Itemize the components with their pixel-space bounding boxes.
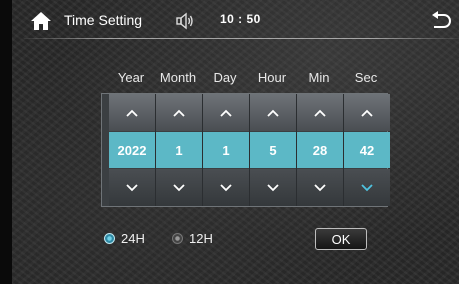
hour-value: 5: [250, 132, 296, 168]
format-12h-option[interactable]: 12H: [172, 231, 213, 246]
hour-down-button[interactable]: [250, 169, 296, 206]
month-down-button[interactable]: [156, 169, 202, 206]
label-sec: Sec: [354, 70, 378, 85]
chevron-up-icon: [220, 109, 232, 117]
sec-down-button[interactable]: [344, 169, 390, 206]
chevron-down-icon: [314, 183, 326, 191]
min-value: 28: [297, 132, 343, 168]
picker-column-day: 1: [203, 94, 249, 206]
chevron-up-icon: [314, 109, 326, 117]
radio-unselected-icon: [172, 233, 183, 244]
datetime-picker: 2022 1 1 5 28 42: [101, 93, 390, 207]
picker-column-month: 1: [156, 94, 202, 206]
year-value: 2022: [109, 132, 155, 168]
header-divider: [24, 38, 459, 39]
clock-display: 10 : 50: [220, 12, 261, 26]
column-labels: Year Month Day Hour Min Sec: [108, 70, 382, 86]
min-down-button[interactable]: [297, 169, 343, 206]
format-24h-label: 24H: [121, 231, 145, 246]
picker-column-min: 28: [297, 94, 343, 206]
chevron-up-icon: [126, 109, 138, 117]
min-up-button[interactable]: [297, 94, 343, 131]
chevron-up-icon: [361, 109, 373, 117]
home-icon[interactable]: [30, 11, 52, 31]
label-hour: Hour: [257, 70, 287, 85]
chevron-down-icon: [267, 183, 279, 191]
chevron-down-icon: [173, 183, 185, 191]
hour-up-button[interactable]: [250, 94, 296, 131]
picker-column-year: 2022: [109, 94, 155, 206]
ok-button[interactable]: OK: [315, 228, 367, 250]
speaker-icon[interactable]: [175, 11, 195, 31]
format-24h-option[interactable]: 24H: [104, 231, 145, 246]
day-down-button[interactable]: [203, 169, 249, 206]
radio-selected-icon: [104, 233, 115, 244]
month-up-button[interactable]: [156, 94, 202, 131]
label-month: Month: [159, 70, 197, 85]
year-down-button[interactable]: [109, 169, 155, 206]
top-bar: Time Setting 10 : 50: [12, 0, 459, 42]
chevron-down-icon: [361, 183, 373, 191]
label-year: Year: [117, 70, 145, 85]
time-setting-screen: Time Setting 10 : 50 Year Month Day Hour…: [12, 0, 459, 284]
chevron-up-icon: [173, 109, 185, 117]
day-up-button[interactable]: [203, 94, 249, 131]
year-up-button[interactable]: [109, 94, 155, 131]
day-value: 1: [203, 132, 249, 168]
back-arrow-icon[interactable]: [430, 11, 452, 31]
label-min: Min: [308, 70, 330, 85]
sec-value: 42: [344, 132, 390, 168]
sec-up-button[interactable]: [344, 94, 390, 131]
label-day: Day: [213, 70, 237, 85]
chevron-up-icon: [267, 109, 279, 117]
picker-column-hour: 5: [250, 94, 296, 206]
format-12h-label: 12H: [189, 231, 213, 246]
chevron-down-icon: [126, 183, 138, 191]
picker-column-sec: 42: [344, 94, 390, 206]
chevron-down-icon: [220, 183, 232, 191]
month-value: 1: [156, 132, 202, 168]
page-title: Time Setting: [64, 12, 143, 28]
